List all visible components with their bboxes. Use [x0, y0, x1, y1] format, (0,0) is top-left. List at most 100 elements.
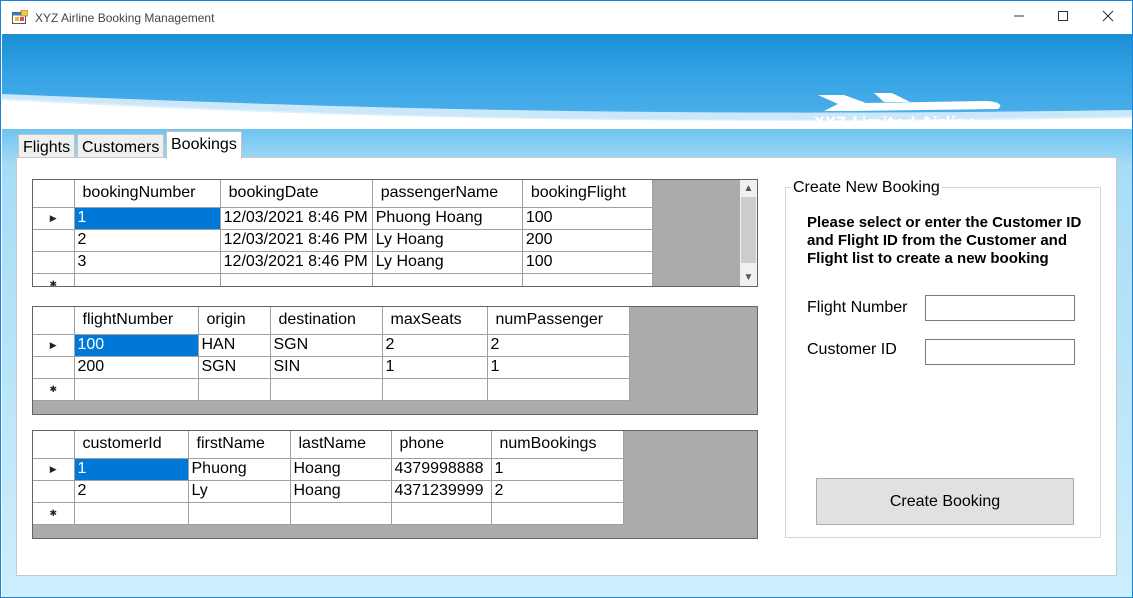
row-header[interactable]	[33, 356, 75, 379]
table-cell[interactable]	[220, 273, 373, 286]
row-header[interactable]	[33, 229, 75, 252]
table-cell[interactable]	[270, 378, 383, 401]
table-cell[interactable]: 200	[74, 356, 199, 379]
table-cell[interactable]: 12/03/2021 8:46 PM	[220, 207, 373, 230]
scroll-up-icon[interactable]: ▲	[740, 180, 757, 197]
new-row-asterisk-icon[interactable]: ✱	[33, 378, 75, 401]
tab-customers[interactable]: Customers	[77, 134, 165, 159]
table-cell[interactable]: 1	[74, 458, 189, 481]
table-cell[interactable]	[74, 502, 189, 525]
flight-number-input[interactable]	[925, 295, 1075, 321]
table-row[interactable]: ▶ 1 12/03/2021 8:46 PM Phuong Hoang 100	[33, 207, 654, 230]
bookings-column-header[interactable]: passengerName	[372, 180, 523, 208]
table-cell[interactable]	[74, 273, 221, 286]
table-cell[interactable]: 4371239999	[391, 480, 492, 503]
new-row[interactable]: ✱	[33, 378, 630, 401]
table-cell[interactable]	[198, 378, 271, 401]
flights-column-header[interactable]: destination	[270, 307, 383, 335]
customer-id-input[interactable]	[925, 339, 1075, 365]
close-button[interactable]	[1085, 1, 1131, 34]
row-header[interactable]	[33, 251, 75, 274]
table-cell[interactable]: 12/03/2021 8:46 PM	[220, 251, 373, 274]
table-cell[interactable]: SGN	[270, 334, 383, 357]
close-icon	[1102, 10, 1114, 22]
flights-grid[interactable]: flightNumber origin destination maxSeats…	[32, 306, 758, 415]
new-row-asterisk-icon[interactable]: ✱	[33, 502, 75, 525]
table-cell[interactable]: 1	[74, 207, 221, 230]
flights-column-header[interactable]: origin	[198, 307, 271, 335]
table-cell[interactable]: 100	[74, 334, 199, 357]
table-cell[interactable]: 1	[382, 356, 488, 379]
table-cell[interactable]	[382, 378, 488, 401]
bookings-column-header[interactable]: bookingNumber	[74, 180, 221, 208]
table-cell[interactable]: HAN	[198, 334, 271, 357]
new-row[interactable]: ✱	[33, 502, 624, 525]
table-row[interactable]: ▶ 1 Phuong Hoang 4379998888 1	[33, 458, 624, 481]
table-cell[interactable]: 1	[487, 356, 630, 379]
row-header[interactable]	[33, 480, 75, 503]
table-cell[interactable]: 2	[487, 334, 630, 357]
customers-column-header[interactable]: numBookings	[491, 431, 624, 459]
table-cell[interactable]	[491, 502, 624, 525]
table-cell[interactable]: Phuong Hoang	[372, 207, 523, 230]
table-row[interactable]: 3 12/03/2021 8:46 PM Ly Hoang 100	[33, 251, 654, 274]
flights-table: flightNumber origin destination maxSeats…	[33, 307, 630, 401]
table-cell[interactable]: 200	[522, 229, 654, 252]
table-cell[interactable]: 100	[522, 207, 654, 230]
bookings-grid[interactable]: bookingNumber bookingDate passengerName …	[32, 179, 758, 287]
table-cell[interactable]: 2	[382, 334, 488, 357]
bookings-column-header[interactable]: bookingFlight	[522, 180, 654, 208]
table-cell[interactable]: 1	[491, 458, 624, 481]
table-cell[interactable]	[290, 502, 392, 525]
table-cell[interactable]: 12/03/2021 8:46 PM	[220, 229, 373, 252]
table-cell[interactable]: Phuong	[188, 458, 291, 481]
table-cell[interactable]	[391, 502, 492, 525]
tab-flights[interactable]: Flights	[18, 134, 76, 159]
bookings-column-header[interactable]: bookingDate	[220, 180, 373, 208]
table-cell[interactable]: 4379998888	[391, 458, 492, 481]
flights-column-header[interactable]: numPassenger	[487, 307, 630, 335]
table-cell[interactable]	[372, 273, 523, 286]
table-cell[interactable]: 2	[74, 229, 221, 252]
customers-grid[interactable]: customerId firstName lastName phone numB…	[32, 430, 758, 539]
tab-bookings[interactable]: Bookings	[166, 131, 242, 159]
create-booking-button[interactable]: Create Booking	[816, 478, 1074, 525]
table-cell[interactable]: Ly Hoang	[372, 251, 523, 274]
table-cell[interactable]: Hoang	[290, 480, 392, 503]
customers-column-header[interactable]: phone	[391, 431, 492, 459]
table-row[interactable]: 2 12/03/2021 8:46 PM Ly Hoang 200	[33, 229, 654, 252]
flight-number-label: Flight Number	[807, 299, 908, 316]
table-cell[interactable]	[522, 273, 654, 286]
scroll-down-icon[interactable]: ▼	[740, 269, 757, 286]
new-row-asterisk-icon[interactable]: ✱	[33, 273, 75, 286]
maximize-button[interactable]	[1040, 1, 1086, 34]
flights-column-header[interactable]: maxSeats	[382, 307, 488, 335]
current-row-arrow-icon[interactable]: ▶	[33, 458, 75, 481]
flights-column-header[interactable]: flightNumber	[74, 307, 199, 335]
table-cell[interactable]: SGN	[198, 356, 271, 379]
table-cell[interactable]: 2	[491, 480, 624, 503]
table-cell[interactable]: SIN	[270, 356, 383, 379]
customers-column-header[interactable]: firstName	[188, 431, 291, 459]
table-row[interactable]: ▶ 100 HAN SGN 2 2	[33, 334, 630, 357]
customers-column-header[interactable]: lastName	[290, 431, 392, 459]
new-row[interactable]: ✱	[33, 273, 654, 286]
table-row[interactable]: 200 SGN SIN 1 1	[33, 356, 630, 379]
current-row-arrow-icon[interactable]: ▶	[33, 207, 75, 230]
scrollbar-thumb[interactable]	[741, 197, 756, 263]
table-cell[interactable]	[188, 502, 291, 525]
table-cell[interactable]: 100	[522, 251, 654, 274]
table-cell[interactable]: Hoang	[290, 458, 392, 481]
table-cell[interactable]: Ly	[188, 480, 291, 503]
table-cell[interactable]: 2	[74, 480, 189, 503]
table-cell[interactable]: 3	[74, 251, 221, 274]
minimize-button[interactable]	[996, 1, 1042, 34]
customers-header-row: customerId firstName lastName phone numB…	[33, 431, 624, 459]
table-cell[interactable]	[487, 378, 630, 401]
table-cell[interactable]	[74, 378, 199, 401]
current-row-arrow-icon[interactable]: ▶	[33, 334, 75, 357]
table-cell[interactable]: Ly Hoang	[372, 229, 523, 252]
table-row[interactable]: 2 Ly Hoang 4371239999 2	[33, 480, 624, 503]
bookings-vertical-scrollbar[interactable]: ▲ ▼	[740, 180, 757, 286]
customers-column-header[interactable]: customerId	[74, 431, 189, 459]
